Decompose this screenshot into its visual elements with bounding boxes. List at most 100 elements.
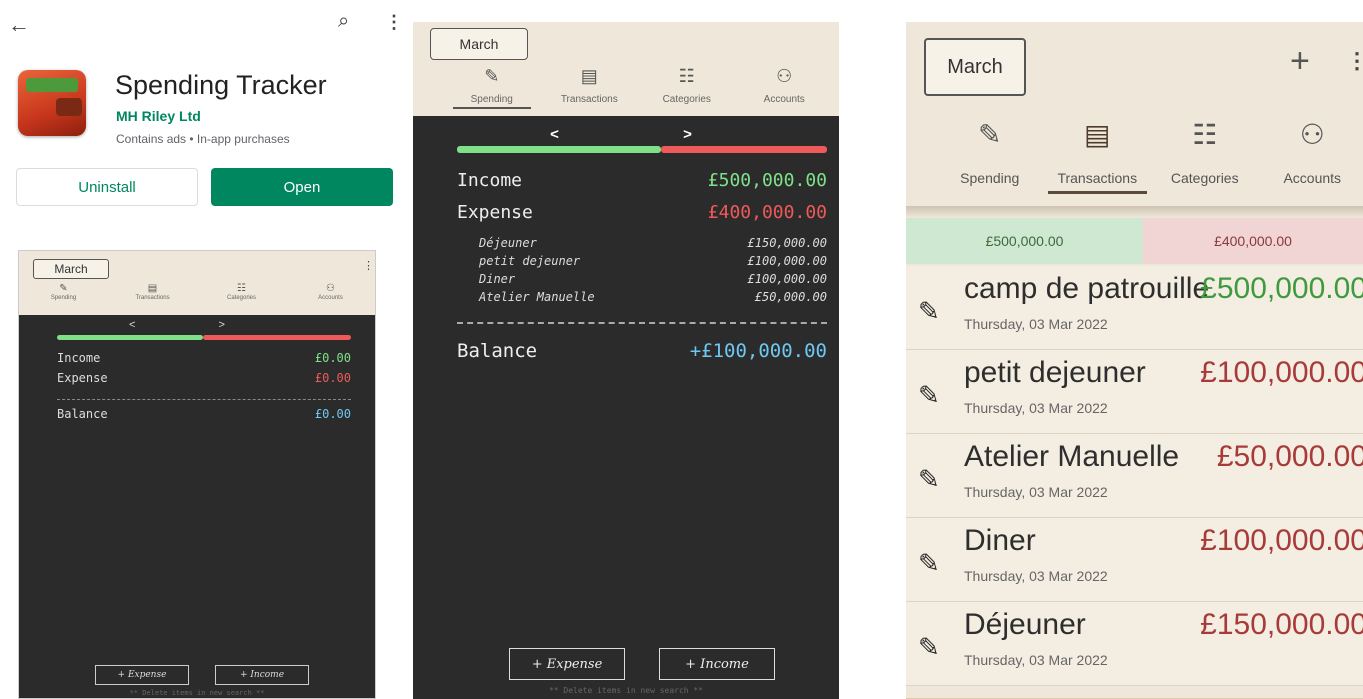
tab-bar: ✎ Spending ▤ Transactions ☷ Categories ⚇ Acc… (443, 66, 834, 109)
store-toolbar: ← ⌕ ⋮ (0, 0, 405, 50)
mini-period-arrows: < > (129, 319, 265, 331)
tab-categories[interactable]: ☷ Categories (638, 66, 736, 105)
mini-expense-bar (203, 335, 351, 340)
notepad-icon: ▤ (1084, 119, 1111, 150)
tab-transactions[interactable]: ▤ Transactions (1044, 118, 1152, 194)
mini-tab-label: Accounts (318, 295, 343, 301)
add-transaction-icon[interactable]: + (1290, 42, 1310, 81)
transaction-date: Thursday, 03 Mar 2022 (964, 568, 1108, 584)
mini-income-row: Income £0.00 (57, 351, 351, 365)
tab-spending[interactable]: ✎ Spending (936, 118, 1044, 186)
mini-month-button: March (33, 259, 109, 279)
mini-tab-label: Transactions (135, 295, 170, 301)
expense-item-value: £100,000.00 (747, 272, 827, 286)
header-shadow (906, 206, 1363, 218)
transaction-amount: £150,000.00 (1200, 608, 1363, 641)
tag-icon: ✎ (59, 283, 68, 294)
price-tag-icon: ✎ (918, 464, 940, 494)
mini-header: March ⋮ ✎ Spending ▤ Transactions ☷ Categor… (19, 251, 375, 315)
expense-item-row[interactable]: Déjeuner £150,000.00 (479, 236, 827, 250)
price-tag-icon: ✎ (918, 380, 940, 410)
mini-expense-label: Expense (57, 371, 108, 385)
transaction-date: Thursday, 03 Mar 2022 (964, 484, 1108, 500)
balance-row: Balance +£100,000.00 (457, 340, 827, 362)
transaction-amount: £500,000.00 (1200, 272, 1363, 305)
expense-item-label: Atelier Manuelle (479, 290, 595, 304)
price-tag-icon: ✎ (918, 632, 940, 662)
spending-header: March ✎ Spending ▤ Transactions ☷ Categorie… (413, 22, 839, 116)
tab-label: Accounts (1283, 170, 1342, 186)
tab-categories[interactable]: ☷ Categories (1151, 118, 1259, 186)
transaction-date: Thursday, 03 Mar 2022 (964, 316, 1108, 332)
expense-item-label: Déjeuner (479, 236, 537, 250)
price-tag-icon: ✎ (918, 296, 940, 326)
app-meta: Contains ads • In-app purchases (116, 132, 290, 146)
mini-expense-value: £0.00 (314, 371, 351, 385)
tab-transactions[interactable]: ▤ Transactions (541, 66, 639, 105)
drawers-icon: ☷ (678, 66, 695, 86)
tab-label: Transactions (560, 94, 618, 105)
transaction-name: Diner (964, 524, 1036, 557)
tab-label: Categories (1170, 170, 1239, 186)
transaction-name: camp de patrouille (964, 272, 1210, 305)
expense-item-label: petit dejeuner (479, 254, 581, 268)
drawers-icon: ☷ (1192, 119, 1218, 150)
add-income-button[interactable]: + Income (659, 648, 775, 680)
mini-more-icon: ⋮ (363, 260, 374, 272)
transaction-row[interactable]: ✎ Déjeuner Thursday, 03 Mar 2022 £150,00… (906, 602, 1363, 686)
mini-tab-accounts: ⚇ Accounts (286, 283, 375, 301)
add-expense-button[interactable]: + Expense (509, 648, 625, 680)
income-ratio-bar (457, 146, 661, 153)
tab-label: Accounts (763, 94, 805, 105)
more-options-icon[interactable]: ⋮ (385, 12, 403, 33)
expense-item-row[interactable]: Diner £100,000.00 (479, 272, 827, 286)
people-icon: ⚇ (1299, 119, 1325, 150)
price-tag-icon: ✎ (484, 66, 500, 86)
search-icon[interactable]: ⌕ (338, 10, 349, 33)
open-button[interactable]: Open (211, 168, 393, 206)
mini-tab-label: Categories (226, 295, 256, 301)
month-button[interactable]: March (924, 38, 1026, 96)
uninstall-button[interactable]: Uninstall (16, 168, 198, 206)
income-total: £500,000.00 (906, 218, 1143, 264)
transaction-row[interactable]: ✎ Diner Thursday, 03 Mar 2022 £100,000.0… (906, 518, 1363, 602)
spending-screen: March ✎ Spending ▤ Transactions ☷ Categorie… (413, 22, 839, 699)
mini-income-label: Income (57, 351, 101, 365)
mini-tab-categories: ☷ Categories (197, 283, 286, 301)
mini-add-income-button: + Income (215, 665, 309, 685)
screenshot-preview[interactable]: March ⋮ ✎ Spending ▤ Transactions ☷ Categor… (18, 250, 376, 699)
transaction-date: Thursday, 03 Mar 2022 (964, 400, 1108, 416)
transaction-row[interactable]: ✎ Atelier Manuelle Thursday, 03 Mar 2022… (906, 434, 1363, 518)
transaction-row[interactable]: ✎ camp de patrouille Thursday, 03 Mar 20… (906, 266, 1363, 350)
expense-value: £400,000.00 (707, 202, 827, 223)
period-arrows[interactable]: < > (413, 126, 839, 143)
footer-note: ** Delete items in new search ** (548, 686, 704, 695)
transactions-screen: March + ⋮ ✎ Spending ▤ Transactions ☷ Categ… (906, 22, 1363, 699)
more-options-icon[interactable]: ⋮ (1346, 48, 1363, 74)
mini-income-value: £0.00 (314, 351, 351, 365)
mini-balance-label: Balance (57, 407, 108, 421)
tab-label: Categories (662, 94, 711, 105)
play-store-panel: ← ⌕ ⋮ Spending Tracker MH Riley Ltd Cont… (0, 0, 405, 699)
income-value: £500,000.00 (707, 170, 827, 191)
expense-total: £400,000.00 (1143, 218, 1363, 264)
month-button[interactable]: March (430, 28, 528, 60)
price-tag-icon: ✎ (918, 548, 940, 578)
tab-label: Transactions (1057, 170, 1138, 186)
transaction-row[interactable]: ✎ petit dejeuner Thursday, 03 Mar 2022 £… (906, 350, 1363, 434)
transaction-amount: £50,000.00 (1216, 440, 1363, 473)
app-icon-wallet (18, 70, 86, 136)
developer-link[interactable]: MH Riley Ltd (116, 108, 201, 124)
tab-spending[interactable]: ✎ Spending (443, 66, 541, 109)
expense-label: Expense (457, 202, 533, 223)
tab-label: Spending (960, 170, 1020, 186)
price-tag-icon: ✎ (978, 119, 1002, 150)
expense-item-row[interactable]: Atelier Manuelle £50,000.00 (479, 290, 827, 304)
tab-bar: ✎ Spending ▤ Transactions ☷ Categories ⚇ Acc… (936, 118, 1363, 194)
notepad-icon: ▤ (580, 66, 598, 86)
back-arrow-icon[interactable]: ← (8, 12, 30, 38)
mini-footer-note: ** Delete items in new search ** (129, 689, 265, 697)
expense-item-row[interactable]: petit dejeuner £100,000.00 (479, 254, 827, 268)
tab-accounts[interactable]: ⚇ Accounts (1259, 118, 1363, 186)
tab-accounts[interactable]: ⚇ Accounts (736, 66, 834, 105)
